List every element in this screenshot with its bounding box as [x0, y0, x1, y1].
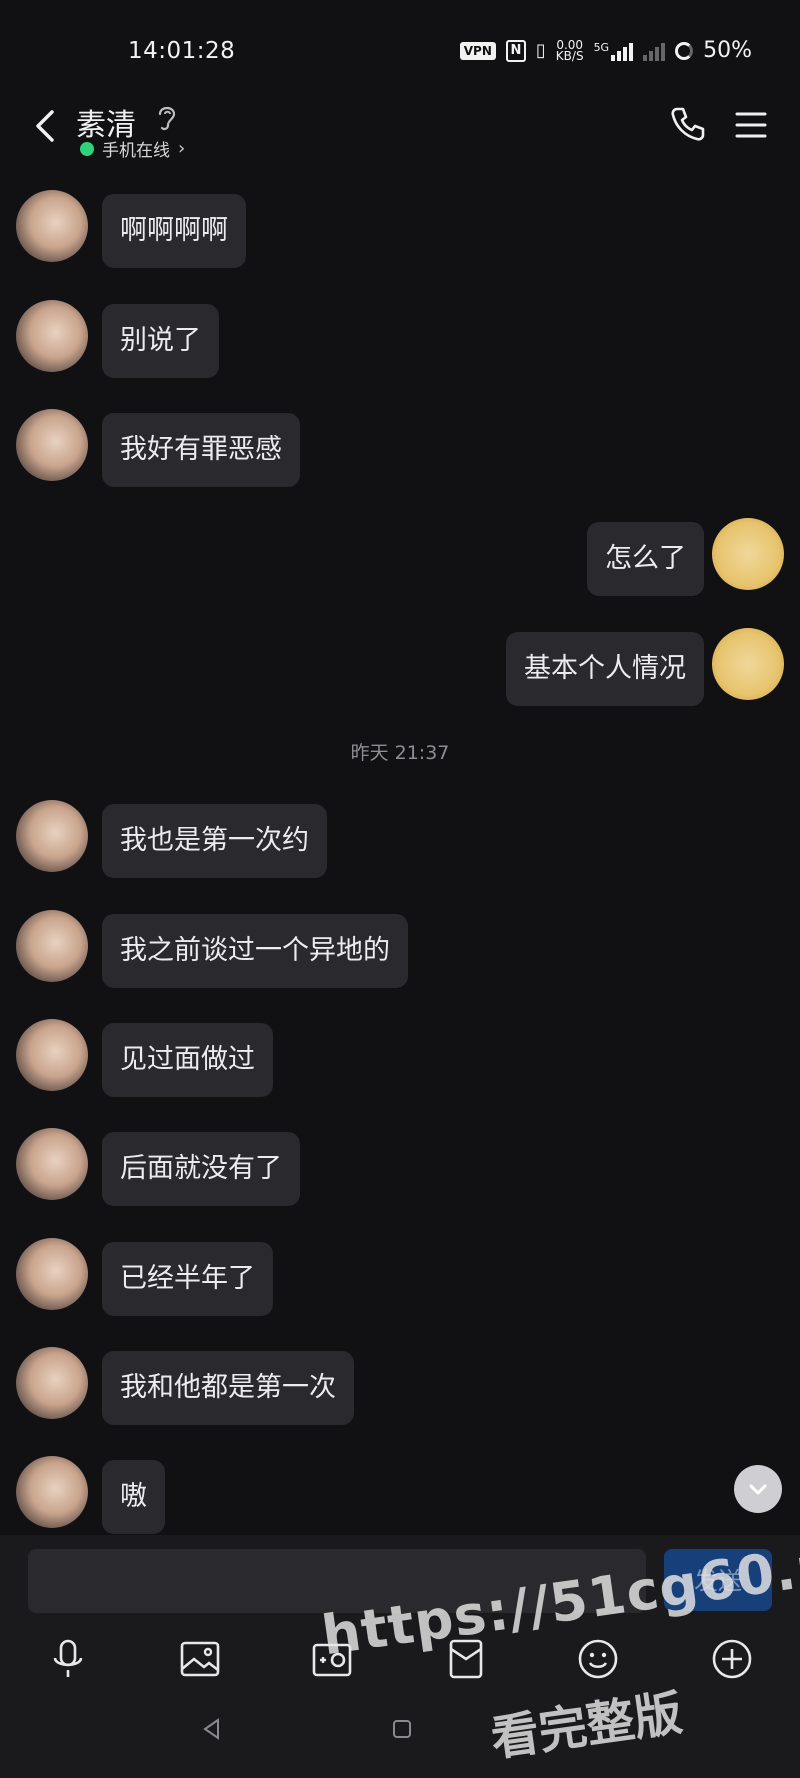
message-bubble[interactable]: 我和他都是第一次 — [102, 1351, 354, 1425]
emoji-icon[interactable] — [576, 1637, 620, 1681]
microphone-icon[interactable] — [46, 1637, 90, 1681]
message-timestamp: 昨天 21:37 — [350, 742, 450, 764]
nav-home-icon[interactable] — [390, 1717, 414, 1741]
phone-icon[interactable] — [668, 104, 708, 144]
chevron-down-icon — [749, 1484, 767, 1495]
status-bar: 14:01:28 VPN N ▯ 0.00 KB/S 5G 50% — [0, 0, 800, 100]
nfc-icon: N — [505, 39, 526, 62]
vpn-icon: VPN — [459, 41, 496, 60]
menu-icon[interactable] — [734, 108, 768, 142]
message-bubble[interactable]: 我之前谈过一个异地的 — [102, 914, 408, 988]
contact-avatar[interactable] — [16, 190, 88, 262]
message-bubble[interactable]: 嗷 — [102, 1460, 165, 1534]
contact-avatar[interactable] — [16, 1019, 88, 1091]
my-avatar[interactable] — [712, 628, 784, 700]
message-bubble[interactable]: 基本个人情况 — [506, 632, 704, 706]
status-time: 14:01:28 — [128, 38, 236, 64]
message-row: 怎么了 — [0, 516, 800, 596]
battery-level: 50% — [703, 38, 752, 63]
contact-avatar[interactable] — [16, 800, 88, 872]
message-row: 基本个人情况 — [0, 626, 800, 706]
message-bubble[interactable]: 我好有罪恶感 — [102, 413, 300, 487]
battery-icon — [675, 41, 694, 60]
vibrate-icon: ▯ — [535, 40, 546, 61]
message-row: 已经半年了 — [0, 1236, 800, 1316]
message-bubble[interactable]: 后面就没有了 — [102, 1132, 300, 1206]
contact-avatar[interactable] — [16, 1238, 88, 1310]
message-row: 后面就没有了 — [0, 1126, 800, 1206]
contact-avatar[interactable] — [16, 1347, 88, 1419]
network-speed: 0.00 KB/S — [555, 37, 584, 63]
plus-icon[interactable] — [710, 1637, 754, 1681]
contact-avatar[interactable] — [16, 910, 88, 982]
contact-avatar[interactable] — [16, 300, 88, 372]
status-icons: VPN N ▯ 0.00 KB/S 5G 50% — [459, 37, 752, 63]
contact-avatar[interactable] — [16, 1128, 88, 1200]
message-bubble[interactable]: 别说了 — [102, 304, 219, 378]
contact-avatar[interactable] — [16, 409, 88, 481]
message-row: 我和他都是第一次 — [0, 1345, 800, 1425]
scroll-to-bottom-button[interactable] — [734, 1465, 782, 1513]
message-bubble[interactable]: 我也是第一次约 — [102, 804, 327, 878]
online-status[interactable]: 手机在线 › — [80, 136, 185, 161]
message-row: 我之前谈过一个异地的 — [0, 908, 800, 988]
signal-secondary-icon — [643, 41, 666, 61]
message-row: 嗷 — [0, 1454, 800, 1534]
online-dot — [80, 141, 94, 156]
back-icon[interactable] — [26, 104, 70, 148]
my-avatar[interactable] — [712, 518, 784, 590]
message-bubble[interactable]: 啊啊啊啊 — [102, 194, 246, 268]
message-bubble[interactable]: 见过面做过 — [102, 1023, 273, 1097]
signal-icon — [611, 41, 634, 61]
ear-icon — [158, 106, 176, 131]
contact-avatar[interactable] — [16, 1456, 88, 1528]
message-row: 我好有罪恶感 — [0, 407, 800, 487]
message-row: 别说了 — [0, 298, 800, 378]
message-bubble[interactable]: 怎么了 — [587, 522, 704, 596]
message-row: 见过面做过 — [0, 1017, 800, 1097]
chat-area[interactable]: 啊啊啊啊 别说了 我好有罪恶感 怎么了 基本个人情况 昨天 21:37 我也是第… — [0, 170, 800, 1535]
chat-header: 素清 手机在线 › — [0, 100, 800, 170]
image-icon[interactable] — [178, 1637, 222, 1681]
chevron-right-icon: › — [178, 138, 186, 159]
signal-5g: 5G — [594, 41, 634, 61]
message-bubble[interactable]: 已经半年了 — [102, 1242, 273, 1316]
nav-back-icon[interactable] — [200, 1717, 224, 1741]
message-row: 啊啊啊啊 — [0, 188, 800, 268]
message-row: 我也是第一次约 — [0, 798, 800, 878]
